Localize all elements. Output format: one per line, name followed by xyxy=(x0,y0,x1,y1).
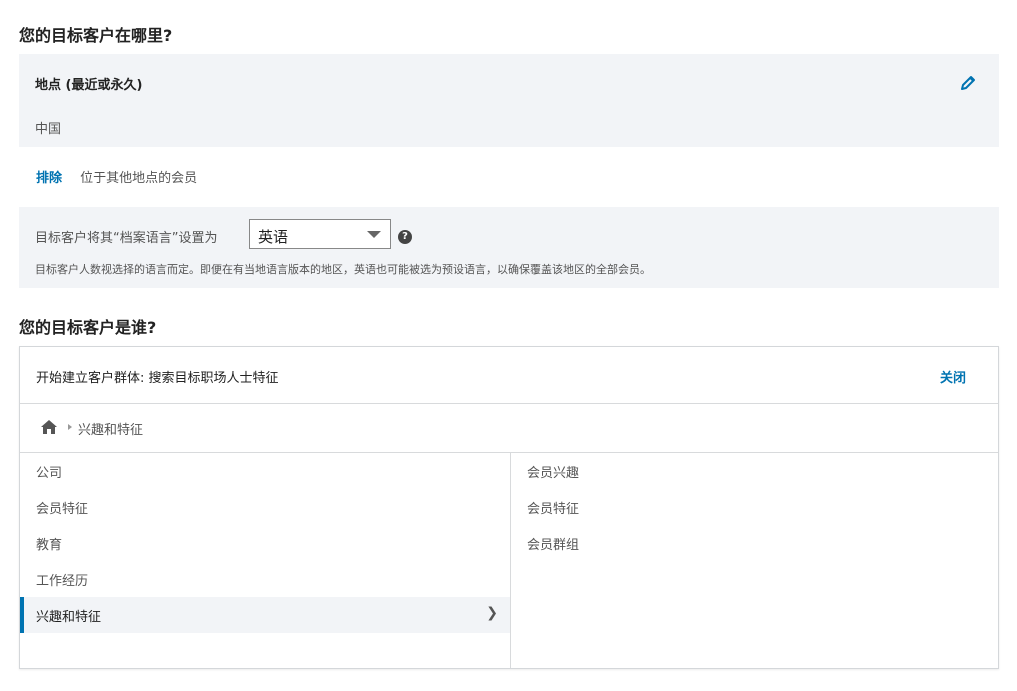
location-box: 地点 (最近或永久) 中国 xyxy=(19,54,999,147)
category-item-label: 工作经历 xyxy=(36,574,89,589)
subcategory-item-label: 会员兴趣 xyxy=(527,466,580,481)
language-note: 目标客户人数视选择的语言而定。即便在有当地语言版本的地区，英语也可能被选为预设语… xyxy=(35,263,651,276)
category-item-label: 兴趣和特征 xyxy=(36,610,102,625)
language-box: 目标客户将其“档案语言”设置为 英语 ? 目标客户人数视选择的语言而定。即便在有… xyxy=(19,207,999,288)
subcategory-item-label: 会员群组 xyxy=(527,538,580,553)
breadcrumb: 兴趣和特征 xyxy=(20,404,998,453)
category-item-label: 会员特征 xyxy=(36,502,89,517)
location-label: 地点 (最近或永久) xyxy=(35,78,143,93)
chevron-right-icon: ❯ xyxy=(486,605,498,621)
category-item-education[interactable]: 教育 xyxy=(20,525,510,561)
audience-heading: 您的目标客户是谁? xyxy=(19,318,157,337)
caret-down-icon xyxy=(367,231,381,238)
category-item-member-traits[interactable]: 会员特征 xyxy=(20,489,510,525)
exclude-text: 位于其他地点的会员 xyxy=(80,171,198,186)
category-column: 公司 会员特征 教育 工作经历 兴趣和特征 ❯ xyxy=(20,453,511,668)
home-icon[interactable] xyxy=(40,419,58,435)
category-item-work-experience[interactable]: 工作经历 xyxy=(20,561,510,597)
breadcrumb-current: 兴趣和特征 xyxy=(78,423,144,438)
location-heading: 您的目标客户在哪里? xyxy=(19,26,173,45)
breadcrumb-separator-icon xyxy=(68,424,72,430)
panel-header: 开始建立客户群体: 搜索目标职场人士特征 关闭 xyxy=(20,347,998,404)
help-icon[interactable]: ? xyxy=(398,230,412,244)
subcategory-item-member-interests[interactable]: 会员兴趣 xyxy=(511,453,998,489)
edit-pencil-icon[interactable] xyxy=(959,74,977,92)
category-item-company[interactable]: 公司 xyxy=(20,453,510,489)
location-value: 中国 xyxy=(35,122,62,137)
close-button[interactable]: 关闭 xyxy=(940,367,966,386)
subcategory-item-member-traits[interactable]: 会员特征 xyxy=(511,489,998,525)
language-select-value: 英语 xyxy=(258,228,289,246)
audience-panel: 开始建立客户群体: 搜索目标职场人士特征 关闭 兴趣和特征 公司 会员特征 教育… xyxy=(19,346,999,669)
subcategory-item-member-groups[interactable]: 会员群组 xyxy=(511,525,998,561)
category-item-interests-traits[interactable]: 兴趣和特征 ❯ xyxy=(20,597,510,633)
language-select[interactable]: 英语 xyxy=(249,219,391,249)
language-prefix: 目标客户将其“档案语言”设置为 xyxy=(35,231,218,246)
category-item-label: 公司 xyxy=(36,466,63,481)
category-item-label: 教育 xyxy=(36,538,63,553)
subcategory-item-label: 会员特征 xyxy=(527,502,580,517)
exclude-link[interactable]: 排除 xyxy=(36,171,62,186)
exclude-row: 排除 位于其他地点的会员 xyxy=(36,167,197,186)
subcategory-column: 会员兴趣 会员特征 会员群组 xyxy=(511,453,998,668)
panel-title: 开始建立客户群体: 搜索目标职场人士特征 xyxy=(36,371,279,386)
